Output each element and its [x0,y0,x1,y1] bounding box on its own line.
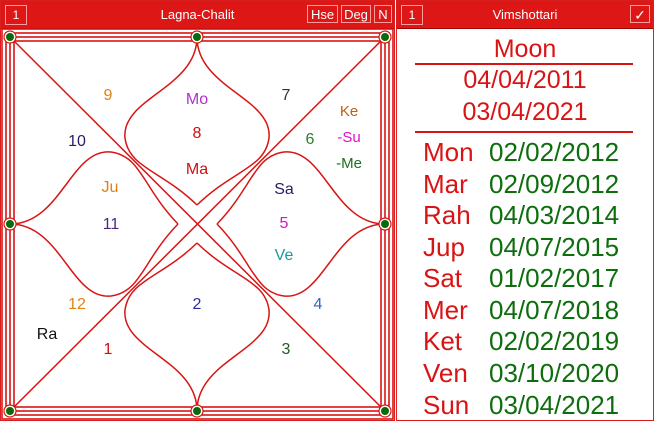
divider [415,63,633,65]
vimshottari-titlebar: Vimshottari 1 ✓ [397,1,653,29]
antardasha-planet: Ven [423,358,468,388]
north-indian-chart: 1 2 3 4 5 6 7 8 9 10 11 12 Mo Ma Ke -Su … [1,28,394,420]
lagna-chalit-titlebar: Lagna-Chalit 1 Hse Deg N [1,1,394,29]
antardasha-date: 03/10/2020 [489,358,620,388]
house-number-10[interactable]: 10 [68,133,86,150]
antardasha-date: 04/07/2015 [489,232,620,262]
antardasha-date: 04/07/2018 [489,295,620,325]
planet-venus[interactable]: Ve [275,247,294,264]
marker-dot [378,217,392,231]
antardasha-date: 01/02/2017 [489,263,620,293]
vimshottari-content: Moon 04/04/2011 03/04/2021 Mon 02/02/2012… [397,29,653,420]
divider [415,131,633,133]
mahadasha-start-date: 04/04/2011 [463,66,587,94]
planet-mars[interactable]: Ma [186,161,208,178]
marker-dot [378,404,392,418]
house-number-5[interactable]: 5 [280,215,289,232]
marker-dot [3,404,17,418]
check-icon[interactable]: ✓ [630,5,650,23]
antardasha-planet: Mon [423,137,474,167]
house-number-11[interactable]: 11 [103,216,120,233]
house-number-1[interactable]: 1 [104,341,113,358]
planet-ketu[interactable]: Ke [340,103,358,120]
house-number-2[interactable]: 2 [193,296,202,313]
antardasha-date: 04/03/2014 [489,200,620,230]
planet-moon[interactable]: Mo [186,91,208,108]
dasha-number-button[interactable]: 1 [401,5,423,25]
vimshottari-panel: Vimshottari 1 ✓ Moon 04/04/2011 03/04/20… [396,0,654,421]
planet-saturn[interactable]: Sa [274,181,294,198]
house-number-3[interactable]: 3 [282,341,291,358]
planet-rahu[interactable]: Ra [37,326,58,343]
house-number-12[interactable]: 12 [68,296,86,313]
house-number-8[interactable]: 8 [193,125,202,142]
north-button[interactable]: N [374,5,392,23]
antardasha-planet: Mar [423,169,468,199]
marker-dot [3,30,17,44]
antardasha-date: 02/02/2019 [489,326,620,356]
panel-title: Vimshottari [492,7,558,22]
antardasha-date: 02/09/2012 [489,169,620,199]
antardasha-planet: Sat [423,263,463,293]
planet-mercury[interactable]: -Me [336,155,362,172]
hse-button[interactable]: Hse [307,5,338,23]
marker-dot [190,404,204,418]
mahadasha-end-date: 03/04/2021 [462,98,588,126]
planet-jupiter[interactable]: Ju [102,179,119,196]
house-number-4[interactable]: 4 [314,296,323,313]
chart-number-button[interactable]: 1 [5,5,27,25]
marker-dot [378,30,392,44]
marker-dot [190,30,204,44]
deg-button[interactable]: Deg [341,5,371,23]
antardasha-date: 02/02/2012 [489,137,620,167]
mahadasha-planet: Moon [493,35,557,63]
marker-dot [3,217,17,231]
planet-sun[interactable]: -Su [337,129,360,146]
antardasha-planet: Jup [423,232,465,262]
antardasha-planet: Ket [423,326,463,356]
lagna-chalit-panel: Lagna-Chalit 1 Hse Deg N 1 2 3 4 5 6 7 8… [0,0,395,421]
house-number-9[interactable]: 9 [104,87,113,104]
antardasha-date: 03/04/2021 [489,390,620,420]
antardasha-planet: Mer [423,295,468,325]
house-number-6[interactable]: 6 [306,131,315,148]
antardasha-planet: Sun [423,390,470,420]
antardasha-planet: Rah [423,200,471,230]
house-number-7[interactable]: 7 [282,87,291,104]
